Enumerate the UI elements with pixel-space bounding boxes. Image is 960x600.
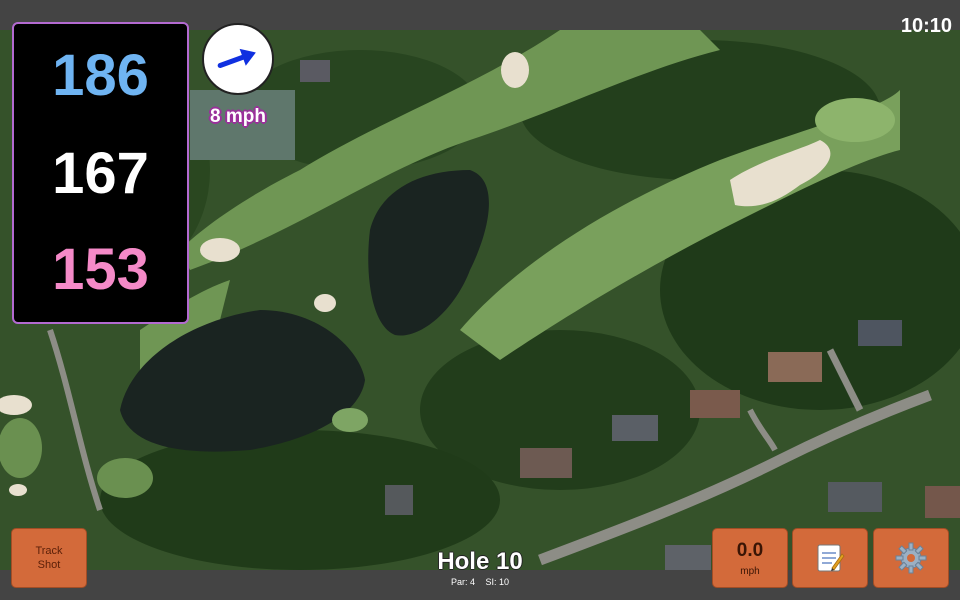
wind-indicator — [202, 23, 274, 95]
notepad-icon — [817, 544, 845, 572]
wind-speed-label: 8 mph — [210, 106, 266, 127]
hole-stroke-index: SI: 10 — [485, 577, 510, 587]
hole-info: Par: 4 SI: 10 — [400, 577, 560, 587]
hole-title: Hole 10 — [437, 548, 523, 575]
notes-button[interactable] — [792, 528, 868, 588]
wind-speed-unit: mph — [740, 565, 760, 577]
distance-panel: 186 167 153 — [12, 22, 189, 324]
settings-button[interactable] — [873, 528, 949, 588]
distance-front: 153 — [52, 237, 149, 302]
distance-middle: 167 — [52, 141, 149, 206]
gear-icon — [895, 542, 927, 574]
clock: 10:10 — [900, 15, 952, 37]
track-shot-button[interactable]: Track Shot — [11, 528, 87, 588]
track-shot-label: Track Shot — [35, 545, 63, 571]
hole-par: Par: 4 — [450, 577, 475, 587]
wind-speed-button[interactable]: 0.0 mph — [712, 528, 788, 588]
arrow-right-icon — [217, 48, 256, 68]
wind-speed-value: 0.0 — [736, 539, 764, 561]
distance-back: 186 — [52, 43, 149, 108]
